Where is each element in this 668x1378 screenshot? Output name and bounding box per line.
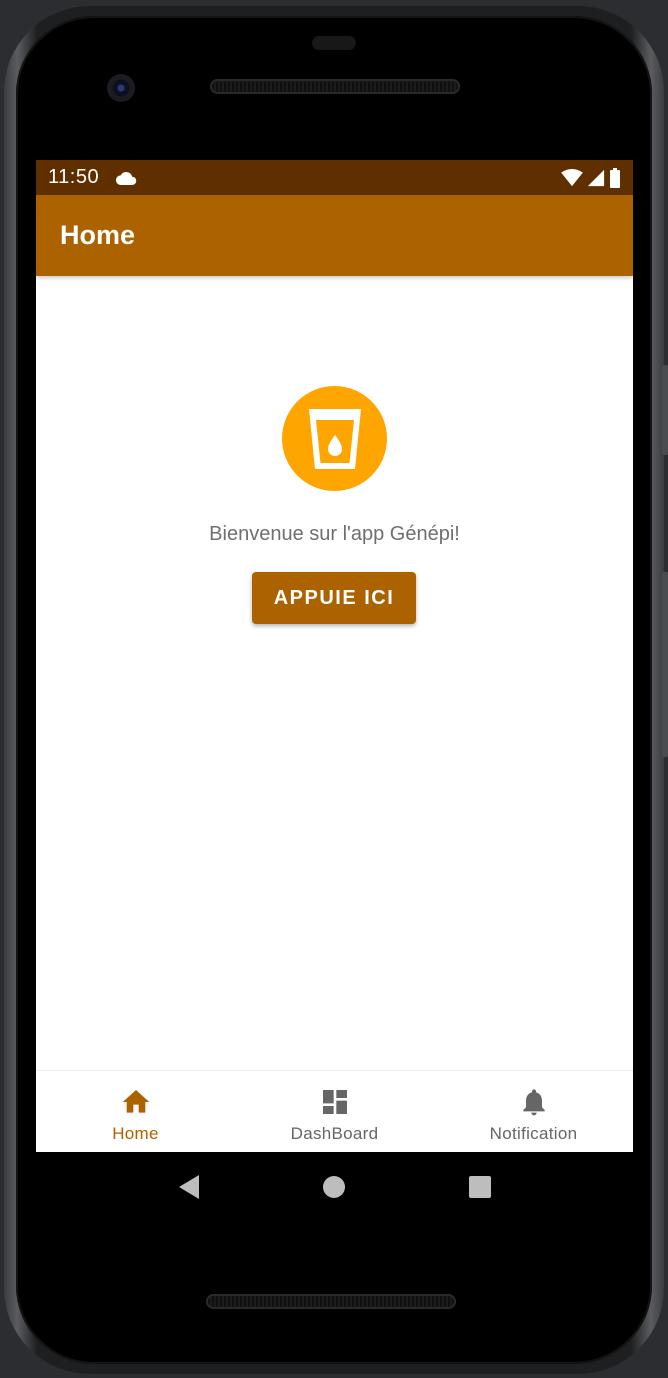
bell-icon [522, 1089, 545, 1116]
battery-icon [610, 167, 620, 188]
welcome-text: Bienvenue sur l'app Génépi! [209, 523, 460, 545]
nav-label-home: Home [112, 1124, 159, 1143]
back-icon[interactable] [177, 1174, 201, 1200]
wifi-icon [561, 168, 583, 186]
recents-icon[interactable] [468, 1175, 492, 1199]
nav-item-home[interactable]: Home [36, 1071, 235, 1152]
app-bar: Home [36, 195, 633, 276]
bottom-navigation: Home DashBoard Notification [36, 1070, 633, 1152]
home-icon [122, 1090, 149, 1113]
appuie-ici-button[interactable]: APPUIE ICI [252, 572, 416, 624]
power-button [662, 572, 668, 757]
nav-item-notification[interactable]: Notification [434, 1071, 633, 1152]
page-title: Home [60, 220, 136, 250]
dashboard-icon [322, 1090, 347, 1114]
cup-glyph [308, 408, 361, 469]
home-circle-icon[interactable] [322, 1175, 346, 1199]
bottom-speaker [206, 1294, 456, 1309]
nav-item-dashboard[interactable]: DashBoard [235, 1071, 434, 1152]
status-icons [561, 167, 621, 188]
system-navigation-bar [36, 1152, 633, 1222]
volume-button [662, 365, 668, 455]
status-bar: 11:50 [36, 160, 633, 195]
nav-label-notification: Notification [489, 1124, 578, 1143]
status-time: 11:50 [48, 166, 100, 188]
app-screen: 11:50 Home Bienvenue sur l'app Génépi! A… [36, 160, 633, 1152]
nav-label-dashboard: DashBoard [290, 1124, 379, 1143]
signal-icon [587, 169, 605, 186]
earpiece-speaker [210, 79, 460, 94]
cloud-icon [116, 171, 137, 185]
front-camera [107, 74, 135, 102]
water-cup-icon [282, 386, 387, 491]
sensor-slot [312, 36, 356, 50]
